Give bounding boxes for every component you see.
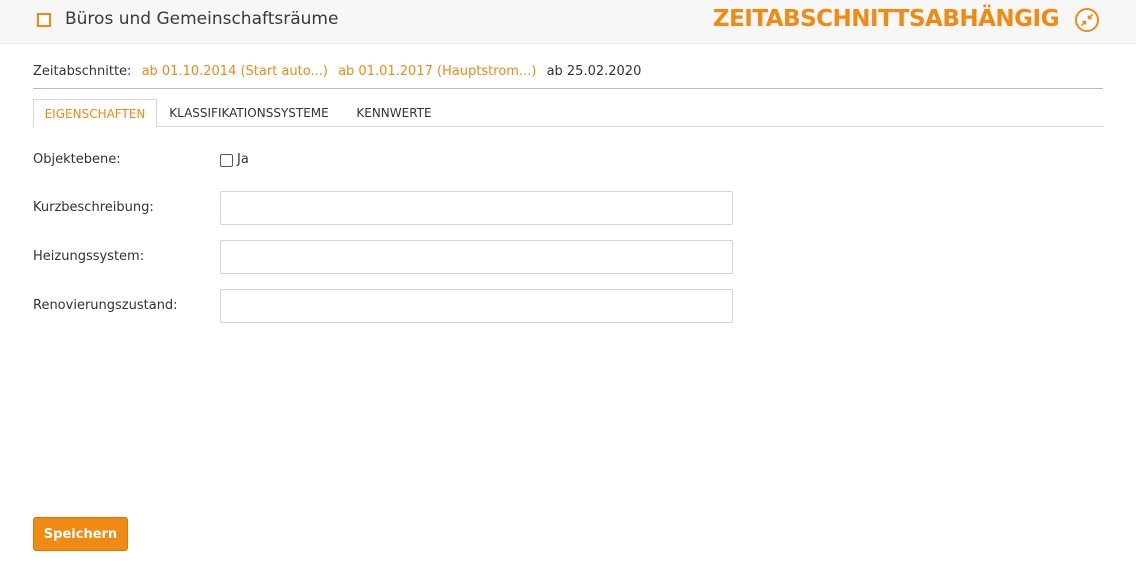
renovierungszustand-label: Renovierungszustand: [33, 298, 178, 313]
collapse-arrows-icon [1081, 14, 1093, 26]
square-outline-icon [37, 13, 51, 27]
save-button[interactable]: Speichern [33, 517, 128, 551]
section-title: ZEITABSCHNITTSABHÄNGIG [712, 6, 1060, 32]
page-header: Büros und Gemeinschaftsräume ZEITABSCHNI… [0, 0, 1136, 44]
tab-eigenschaften[interactable]: EIGENSCHAFTEN [33, 99, 157, 128]
time-period-link-2017[interactable]: ab 01.01.2017 (Hauptstrom...) [338, 64, 536, 79]
objektebene-label: Objektebene: [33, 152, 121, 167]
kurzbeschreibung-label: Kurzbeschreibung: [33, 200, 154, 215]
time-periods-bar: Zeitabschnitte: ab 01.10.2014 (Start aut… [33, 64, 647, 79]
objektebene-checkbox-label[interactable]: Ja [237, 152, 249, 167]
tab-bar: EIGENSCHAFTEN KLASSIFIKATIONSSYSTEME KEN… [33, 99, 1103, 128]
objektebene-checkbox[interactable] [220, 154, 233, 167]
tab-kennwerte[interactable]: KENNWERTE [347, 99, 441, 127]
renovierungszustand-input[interactable] [220, 289, 733, 323]
divider [33, 88, 1103, 89]
heizungssystem-input[interactable] [220, 240, 733, 274]
collapse-button[interactable] [1075, 8, 1099, 32]
time-period-link-2014[interactable]: ab 01.10.2014 (Start auto...) [142, 64, 328, 79]
time-period-current: ab 25.02.2020 [546, 64, 642, 79]
tab-klassifikationssysteme[interactable]: KLASSIFIKATIONSSYSTEME [161, 99, 337, 127]
time-periods-label: Zeitabschnitte: [33, 64, 132, 79]
heizungssystem-label: Heizungssystem: [33, 249, 145, 264]
kurzbeschreibung-input[interactable] [220, 191, 733, 225]
page-title: Büros und Gemeinschaftsräume [65, 9, 339, 29]
